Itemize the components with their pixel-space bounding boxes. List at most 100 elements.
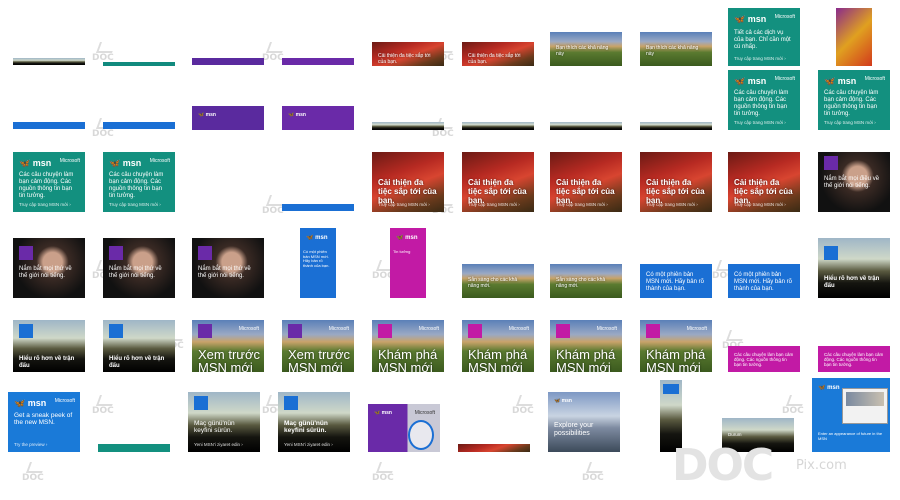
ad-flower[interactable]: Cải thiện đa tiệc sắp tới của bạn. Truy … [372, 152, 444, 212]
ad-teal[interactable]: 🦋 msn Microsoft Các câu chuyện làm bạn c… [728, 70, 800, 130]
ad-headline: Explore your possibilities [554, 422, 594, 438]
ad-flower[interactable]: Cải thiện đa tiệc sắp tới của bạn. Truy … [462, 152, 534, 212]
ad-cta-link[interactable]: Truy cập trang MSN mới › [734, 120, 786, 125]
watermark-logo-icon: DOC [22, 462, 52, 484]
ad-explore[interactable]: Microsoft Khám phá MSN mới [640, 320, 712, 372]
msn-logo-icon: 🦋 msn [14, 398, 47, 408]
ad-blue-banner[interactable]: Có một phiên bản MSN mới. Hãy bản rõ thà… [640, 264, 712, 298]
ad-headline: Có một phiên bản MSN mới. Hãy bản rõ thà… [734, 272, 792, 292]
ad-headline: Bạn thích các khả năng này [556, 45, 609, 57]
ad-explore[interactable]: Microsoft Khám phá MSN mới [550, 320, 622, 372]
ad-cta-link[interactable]: Truy cập trang MSN mới › [468, 202, 520, 207]
ad-cta-link[interactable]: Truy cập trang MSN mới › [19, 202, 71, 207]
ad-preview[interactable]: Microsoft Xem trước MSN mới [192, 320, 264, 372]
ad-cta-link[interactable]: Truy cập trang MSN mới › [734, 56, 786, 61]
banner-strip[interactable] [13, 122, 85, 129]
ad-headline: Maç günü'nün keyfini sürün. [284, 420, 328, 435]
ad-headline: Nắm bắt mọi điều về thế giới nói tiếng. [824, 176, 880, 189]
ad-purple[interactable]: 🦋 msn [192, 106, 264, 130]
banner-strip[interactable] [103, 62, 175, 66]
ad-explore[interactable]: Microsoft Khám phá MSN mới [462, 320, 534, 372]
ad-flower[interactable]: Cải thiện đa tiệc sắp tới của bạn. Truy … [640, 152, 712, 212]
ad-teal[interactable]: 🦋 msn Microsoft Các câu chuyện làm bạn c… [13, 152, 85, 212]
ad-cta-link[interactable]: Yeni MSN'i ziyaret edin › [284, 442, 333, 447]
ad-crowd[interactable]: Hiểu rõ hơn về trận đấu [818, 238, 890, 298]
ad-teal[interactable]: 🦋 msn Microsoft Các câu chuyện làm bạn c… [818, 70, 890, 130]
ad-magenta-banner[interactable]: Các câu chuyện làm bạn cảm động. Các ngu… [728, 346, 800, 372]
ad-blue-sneak[interactable]: 🦋 msn Microsoft Get a sneak peek of the … [8, 392, 80, 452]
ad-banner-field[interactable]: Bạn thích các khả năng này [640, 32, 712, 66]
ad-magenta-skyscraper[interactable]: 🦋 msn Tin tưởng [390, 228, 426, 298]
ad-possibilities[interactable]: 🦋 msn Explore your possibilities [548, 392, 620, 452]
banner-strip[interactable] [103, 122, 175, 129]
msn-logo-icon [663, 384, 679, 394]
ad-banner-flower[interactable]: Cải thiện đa tiệc sắp tới của bạn. [372, 42, 444, 66]
ad-cta-link[interactable]: Truy cập trang MSN mới › [556, 202, 608, 207]
ad-flower[interactable]: Cải thiện đa tiệc sắp tới của bạn. Truy … [728, 152, 800, 212]
ad-headline: Xem trước MSN mới [288, 347, 351, 372]
microsoft-label: Microsoft [149, 158, 170, 164]
banner-strip[interactable] [282, 204, 354, 211]
ad-purple[interactable]: 🦋 msn [282, 106, 354, 130]
banner-strip[interactable] [13, 58, 85, 65]
ad-banner-field[interactable]: Sẵn sàng cho các khả năng mới. [550, 264, 622, 298]
ad-cta-link[interactable]: Truy cập trang MSN mới › [734, 202, 786, 207]
ad-headline: Nắm bắt mọi thứ về thế giới nói tiếng. [198, 266, 251, 279]
banner-strip[interactable] [458, 444, 530, 452]
ad-headline: Các câu chuyện làm bạn cảm động. Các ngu… [109, 172, 164, 199]
ad-purple-device[interactable]: 🦋 msn Microsoft [368, 404, 440, 452]
banner-strip[interactable] [640, 122, 712, 130]
msn-logo-icon [19, 246, 33, 260]
watermark-logo-icon: DOC [92, 42, 122, 64]
microsoft-label: Microsoft [238, 326, 259, 332]
msn-logo-icon: 🦋 msn [109, 158, 142, 168]
ad-woman[interactable]: Nắm bắt mọi điều về thế giới nói tiếng. [818, 152, 890, 212]
ad-banner-field[interactable]: Sẵn sàng cho các khả năng mới. [462, 264, 534, 298]
msn-logo-icon [19, 324, 33, 338]
ad-woman[interactable]: Nắm bắt mọi thứ về thế giới nói tiếng. [192, 238, 264, 298]
banner-strip[interactable] [282, 58, 354, 65]
microsoft-label: Microsoft [864, 76, 885, 82]
ad-flower[interactable]: Cải thiện đa tiệc sắp tới của bạn. Truy … [550, 152, 622, 212]
ad-headline: Khám phá MSN mới [378, 347, 438, 372]
msn-logo-icon [109, 324, 123, 338]
ad-cta-link[interactable]: Truy cập trang MSN mới › [378, 202, 430, 207]
ad-blue-banner[interactable]: Có một phiên bản MSN mới. Hãy bản rõ thà… [728, 264, 800, 298]
microsoft-label: Microsoft [59, 158, 80, 164]
ad-cta-link[interactable]: Truy cập trang MSN mới › [824, 120, 876, 125]
ad-teal[interactable]: 🦋 msn Microsoft Các câu chuyện làm bạn c… [103, 152, 175, 212]
msn-logo-icon: 🦋 msn [198, 112, 216, 118]
msn-logo-icon [194, 396, 208, 410]
ad-banner-flower[interactable]: Cải thiện đa tiệc sắp tới của bạn. [462, 42, 534, 66]
ad-cta-link[interactable]: Truy cập trang MSN mới › [646, 202, 698, 207]
ad-crowd-tr[interactable]: Maç günü'nün keyfini sürün. Yeni MSN'i z… [278, 392, 350, 452]
banner-strip[interactable] [462, 122, 534, 130]
ad-cta-link[interactable]: Yeni MSN'i ziyaret edin › [194, 442, 243, 447]
msn-logo-icon [198, 324, 212, 338]
ad-teal-top[interactable]: 🦋 msn Microsoft Tiết cả các dịch vụ của … [728, 8, 800, 66]
ad-woman[interactable]: Nắm bắt mọi thứ về thế giới nói tiếng. [13, 238, 85, 298]
banner-strip[interactable] [550, 122, 622, 130]
microsoft-label: Microsoft [596, 326, 617, 332]
ad-blue-skyscraper[interactable]: 🦋 msn Có một phiên bản MSN mới. Hãy bản … [300, 228, 336, 298]
ad-crowd[interactable]: Hiểu rõ hơn về trận đấu [13, 320, 85, 372]
msn-logo-icon [556, 324, 570, 338]
banner-strip[interactable] [372, 122, 444, 130]
ad-banner-field[interactable]: Bạn thích các khả năng này [550, 32, 622, 66]
ad-skyscraper-flower[interactable] [836, 8, 872, 66]
msn-logo-icon: 🦋 msn [824, 76, 857, 86]
ad-woman[interactable]: Nắm bắt mọi thứ về thế giới nói tiếng. [103, 238, 175, 298]
banner-strip[interactable] [192, 58, 264, 65]
ad-headline: Bạn thích các khả năng này [646, 45, 699, 57]
banner-strip[interactable] [98, 444, 170, 452]
ad-cta-link[interactable]: Truy cập trang MSN mới › [109, 202, 161, 207]
ad-headline: Khám phá MSN mới [468, 347, 528, 372]
ad-crowd[interactable]: Hiểu rõ hơn về trận đấu [103, 320, 175, 372]
ad-preview[interactable]: Microsoft Xem trước MSN mới [282, 320, 354, 372]
ad-magenta-banner[interactable]: Các câu chuyện làm bạn cảm động. Các ngu… [818, 346, 890, 372]
ad-crowd-tr[interactable]: Maç günü'nün keyfini sürün. Yeni MSN'i z… [188, 392, 260, 452]
ad-cta-link[interactable]: Try the preview › [14, 442, 47, 447]
ad-explore[interactable]: Microsoft Khám phá MSN mới [372, 320, 444, 372]
ad-headline: Maç günü'nün keyfini sürün. [194, 420, 235, 435]
device-image [408, 420, 434, 450]
